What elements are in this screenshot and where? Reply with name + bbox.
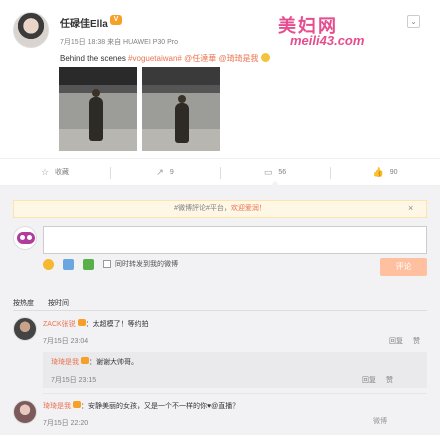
comment-text: ：太超模了！等约拍 (85, 321, 149, 328)
hashtag-link[interactable]: #voguetaiwan# (128, 54, 182, 63)
vip-badge-icon (77, 319, 86, 326)
repost-count: 9 (169, 168, 174, 176)
commenter-name[interactable]: 琦琦是我 (51, 359, 79, 366)
vip-badge-icon (73, 401, 81, 408)
sort-by-time-tab[interactable]: 按时间 (48, 298, 69, 308)
comment-row: 琦琦是我 ：安静美丽的女孩，又是一个不一样的你♥@直播？ (43, 401, 239, 411)
comment-time: 7月15日 23:04 (43, 338, 89, 345)
repost-button[interactable]: ↗ 9 (110, 159, 220, 185)
post-photo[interactable] (142, 67, 220, 151)
mention-link[interactable]: @任達華 (182, 54, 216, 63)
caption-text: Behind the scenes (60, 54, 129, 63)
comment-text: ：安静美丽的女孩，又是一个不一样的你♥@直播？ (81, 403, 240, 410)
comment-icon: ▭ (263, 166, 273, 177)
share-icon: ↗ (156, 166, 164, 177)
commenter-avatar[interactable] (13, 400, 37, 424)
vip-badge-icon: V (110, 15, 122, 25)
action-bar: ☆ 收藏 ↗ 9 ▭ 56 👍 90 (0, 158, 440, 186)
sort-tabs: 按热度 按时间 (13, 298, 83, 308)
image-icon[interactable] (63, 258, 74, 270)
emoji-icon[interactable] (43, 258, 54, 270)
favorite-button[interactable]: ☆ 收藏 (0, 159, 110, 185)
reply-row: 琦琦是我 ：谢谢大帅哥。 (51, 357, 138, 367)
picture-icon[interactable] (83, 258, 94, 270)
close-icon[interactable]: × (408, 203, 413, 213)
submit-comment-button[interactable]: 评论 (380, 258, 427, 276)
like-link[interactable]: 赞 (413, 336, 420, 346)
notice-link[interactable]: 欢迎爱润！ (231, 205, 266, 212)
comment-count: 56 (278, 168, 287, 176)
comment-button[interactable]: ▭ 56 (220, 159, 330, 186)
divider (13, 310, 427, 311)
divider (43, 393, 427, 394)
comment-actions: 回复 赞 (379, 336, 420, 346)
author-avatar[interactable] (13, 12, 49, 48)
like-button[interactable]: 👍 90 (330, 159, 440, 185)
author-name[interactable]: 任碌佳Ella (60, 15, 108, 30)
vip-badge-icon (81, 357, 89, 364)
watermark-url: meili43.com (290, 33, 365, 48)
post-photo[interactable] (59, 67, 137, 151)
commenter-name[interactable]: ZACK张锐 (43, 321, 76, 328)
favorite-label: 收藏 (55, 169, 70, 176)
repost-checkbox[interactable] (103, 260, 111, 268)
notice-text: #微博評论#平台， (174, 205, 231, 212)
like-count: 90 (389, 168, 398, 176)
commenter-name[interactable]: 琦琦是我 (43, 403, 71, 410)
comment-section: #微博評论#平台，欢迎爱润！ × 同时转发到我的微博 评论 按热度 按时间 ZA… (0, 186, 440, 435)
mention-link[interactable]: @琦琦是我 (216, 54, 258, 63)
repost-checkbox-label: 同时转发到我的微博 (115, 261, 178, 268)
notice-bar: #微博評论#平台，欢迎爱润！ (13, 200, 427, 218)
my-avatar[interactable] (13, 226, 37, 250)
chevron-down-icon[interactable]: ⌄ (407, 15, 420, 28)
like-icon: 👍 (372, 166, 384, 177)
smile-emoji-icon (260, 53, 270, 62)
comment-text: ：谢谢大帅哥。 (89, 359, 138, 366)
commenter-avatar[interactable] (13, 317, 37, 341)
like-link[interactable]: 赞 (386, 375, 393, 385)
compose-tools: 同时转发到我的微博 (43, 257, 178, 271)
weibo-watermark: 微博 (373, 418, 387, 425)
comment-time: 7月15日 22:20 (43, 420, 89, 427)
comment-time: 7月15日 23:15 (51, 377, 97, 384)
comment-input[interactable] (43, 226, 427, 254)
reply-link[interactable]: 回复 (362, 375, 376, 385)
star-icon: ☆ (40, 166, 50, 177)
reply-link[interactable]: 回复 (389, 336, 403, 346)
comment-actions: 回复 赞 (352, 375, 393, 385)
post-caption: Behind the scenes #voguetaiwan# @任達華 @琦琦… (60, 53, 270, 64)
weibo-post: 任碌佳Ella V 7月15日 18:38 来自 HUAWEI P30 Pro … (0, 0, 440, 158)
sort-by-hot-tab[interactable]: 按热度 (13, 298, 34, 308)
post-meta: 7月15日 18:38 来自 HUAWEI P30 Pro (60, 39, 179, 46)
comment-row: ZACK张锐 ：太超模了！等约拍 (43, 319, 149, 329)
